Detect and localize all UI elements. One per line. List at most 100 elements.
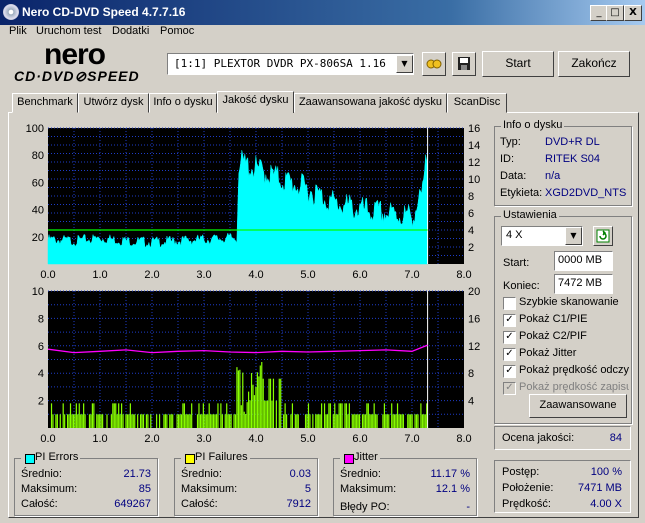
pif-bar xyxy=(375,414,377,428)
drive-refresh-button[interactable] xyxy=(422,52,446,76)
disc-info-title: Info o dysku xyxy=(501,119,565,131)
pi-errors-max-label: Maksimum: xyxy=(21,483,78,495)
tab-disc-info[interactable]: Info o dysku xyxy=(149,93,217,113)
pif-bar xyxy=(275,400,277,428)
pi-errors-max-value: 85 xyxy=(138,483,151,495)
pif-bar xyxy=(137,414,139,428)
pif-bar xyxy=(180,414,183,428)
menu-uruchom-test[interactable]: Uruchom test xyxy=(36,25,101,37)
y-right-tick-label: 16 xyxy=(468,123,480,135)
save-button[interactable] xyxy=(452,52,476,76)
y-right-tick-label: 12 xyxy=(468,341,480,353)
disc-info-group: Info o dysku Typ: DVD+R DL ID: RITEK S04… xyxy=(494,119,632,206)
cd-dvd-speed-logo: CD·DVD⊘SPEED xyxy=(14,68,140,84)
exit-button[interactable]: Zakończ xyxy=(558,51,630,77)
pif-bar xyxy=(278,378,280,428)
x-tick-label: 4.0 xyxy=(248,433,263,445)
pif-bar xyxy=(269,378,272,428)
show-c2-pif-checkbox[interactable]: ✓ xyxy=(503,331,516,344)
x-tick-label: 1.0 xyxy=(92,269,107,281)
speed-chevron-down-icon[interactable]: ▼ xyxy=(565,227,582,245)
pif-bar xyxy=(242,372,244,428)
tab-benchmark[interactable]: Benchmark xyxy=(12,93,78,113)
pif-bar xyxy=(395,414,397,428)
pif-bar xyxy=(424,414,426,428)
end-mb-input[interactable]: 7472 MB xyxy=(554,274,613,294)
pif-bar xyxy=(252,384,254,428)
menu-dodatki[interactable]: Dodatki xyxy=(112,25,149,37)
pif-bar xyxy=(398,414,400,428)
pi-failures-group: PI Failures Średnio: 0.03 Maksimum: 5 Ca… xyxy=(174,451,318,516)
pif-bar xyxy=(402,414,404,428)
pi-errors-total-label: Całość: xyxy=(21,498,58,510)
tab-scandisc[interactable]: ScanDisc xyxy=(447,93,507,113)
pif-bar xyxy=(212,414,215,428)
pif-bar xyxy=(338,403,340,428)
drive-select[interactable]: [1:1] PLEXTOR DVDR PX-806SA 1.16 ▼ xyxy=(167,53,414,75)
pif-bar xyxy=(321,403,323,428)
pif-bar xyxy=(166,414,168,428)
pif-bar xyxy=(96,414,98,428)
pif-bar xyxy=(267,400,269,428)
tab-advanced-disc-quality[interactable]: Zaawansowana jakość dysku xyxy=(294,93,447,113)
pi-failures-avg-label: Średnio: xyxy=(181,468,222,480)
pif-bar xyxy=(100,414,102,428)
pif-bar xyxy=(420,403,422,428)
menu-pomoc[interactable]: Pomoc xyxy=(160,25,194,37)
speed-select[interactable]: 4 X ▼ xyxy=(501,226,583,246)
y-right-tick-label: 14 xyxy=(468,140,480,152)
disc-label-value: XGD2DVD_NTS( xyxy=(545,187,627,199)
pif-bar xyxy=(211,414,213,428)
pif-bar xyxy=(141,414,143,428)
menu-plik[interactable]: Plik xyxy=(9,25,27,37)
pif-bar xyxy=(264,400,266,428)
tab-disc-quality[interactable]: Jakość dysku xyxy=(217,91,294,113)
pif-bar xyxy=(262,378,264,428)
close-button[interactable]: X xyxy=(624,5,642,21)
start-button[interactable]: Start xyxy=(482,51,554,77)
pif-bar xyxy=(126,414,129,428)
pif-bar xyxy=(356,414,358,428)
advanced-button[interactable]: Zaawansowane xyxy=(529,394,627,418)
x-tick-label: 7.0 xyxy=(404,433,419,445)
pif-bar xyxy=(199,414,202,428)
maximize-button[interactable]: □ xyxy=(606,5,624,21)
pif-bar xyxy=(81,414,83,428)
pif-bar xyxy=(256,372,258,428)
pif-bar xyxy=(323,403,326,428)
start-mb-input[interactable]: 0000 MB xyxy=(554,251,613,271)
y-right-tick-label: 10 xyxy=(468,174,480,186)
pif-bar xyxy=(179,414,181,428)
pif-bar xyxy=(272,378,275,428)
pif-bar xyxy=(280,378,282,428)
y-left-tick-label: 4 xyxy=(38,368,44,380)
x-tick-label: 4.0 xyxy=(248,269,263,281)
pif-bar xyxy=(304,414,307,428)
pi-failures-avg-value: 0.03 xyxy=(289,468,311,480)
pif-bar xyxy=(250,373,253,428)
disc-type-value: DVD+R DL xyxy=(545,136,600,148)
pif-bar xyxy=(202,403,204,428)
show-read-speed-checkbox[interactable]: ✓ xyxy=(503,365,516,378)
pif-bar xyxy=(93,403,95,428)
pif-bar xyxy=(283,414,285,428)
chevron-down-icon[interactable]: ▼ xyxy=(396,55,413,73)
refresh-speed-button[interactable] xyxy=(593,226,613,246)
pif-bar xyxy=(348,403,350,428)
pif-bar xyxy=(125,414,127,428)
jitter-swatch xyxy=(344,454,354,464)
pif-bar xyxy=(129,403,131,428)
pif-bar xyxy=(376,414,378,428)
quick-scan-checkbox[interactable] xyxy=(503,297,516,310)
tab-create-disc[interactable]: Utwórz dysk xyxy=(78,93,149,113)
pif-bar xyxy=(88,414,91,428)
y-right-tick-label: 8 xyxy=(468,368,474,380)
show-c1-pie-checkbox[interactable]: ✓ xyxy=(503,314,516,327)
pif-bar xyxy=(196,414,199,428)
pif-bar xyxy=(268,378,270,428)
app-icon xyxy=(3,4,19,20)
pif-bar xyxy=(394,414,396,428)
pif-bar xyxy=(112,403,114,428)
show-jitter-checkbox[interactable]: ✓ xyxy=(503,348,516,361)
pif-bar xyxy=(72,414,75,428)
